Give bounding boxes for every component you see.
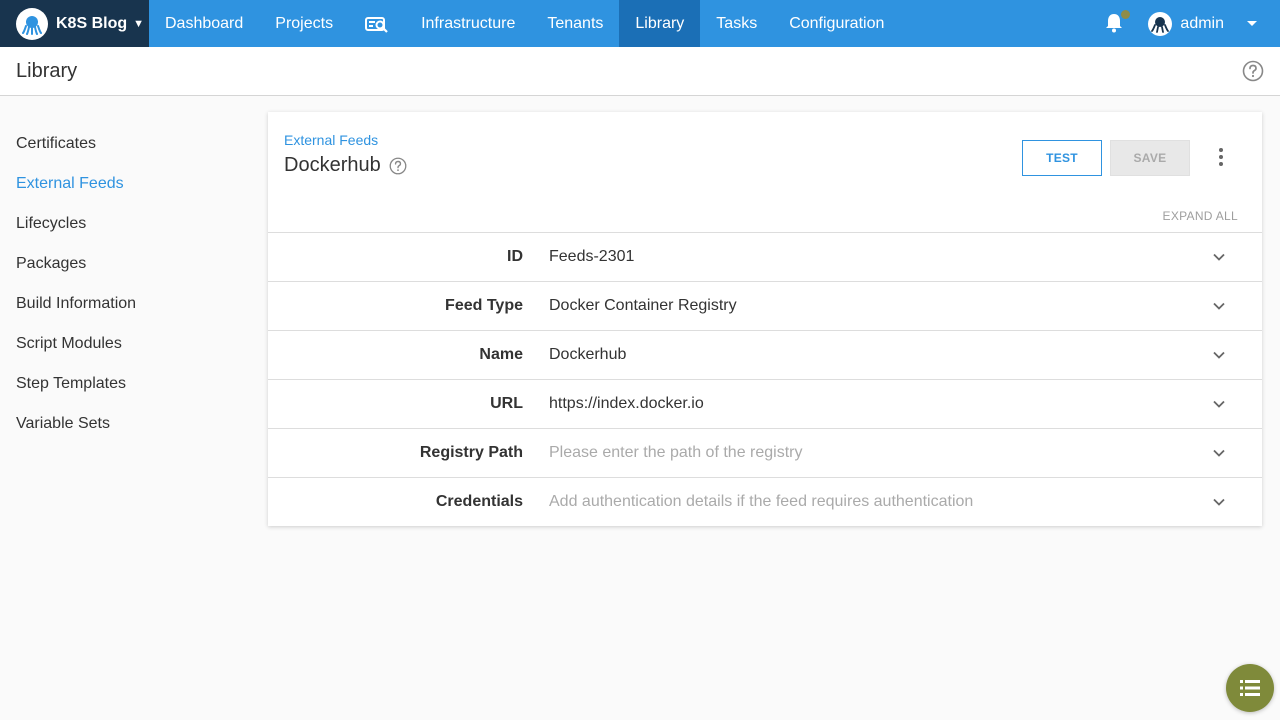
test-button[interactable]: TEST bbox=[1022, 140, 1102, 176]
feed-title: Dockerhub bbox=[284, 154, 407, 177]
setting-label: Feed Type bbox=[445, 297, 523, 314]
setting-row-name[interactable]: Name Dockerhub bbox=[268, 330, 1262, 379]
sidebar-item-step-templates[interactable]: Step Templates bbox=[16, 364, 236, 404]
chevron-down-icon[interactable] bbox=[1212, 348, 1226, 362]
nav-tasks[interactable]: Tasks bbox=[700, 0, 773, 47]
save-button[interactable]: SAVE bbox=[1110, 140, 1190, 176]
setting-row-id[interactable]: ID Feeds-2301 bbox=[268, 232, 1262, 281]
octopus-logo-icon bbox=[16, 7, 48, 40]
setting-label: ID bbox=[507, 248, 523, 265]
setting-value: Docker Container Registry bbox=[549, 297, 737, 314]
chevron-down-icon[interactable] bbox=[1212, 250, 1226, 264]
top-navigation: K8S Blog ▼ Dashboard Projects Infrastruc… bbox=[0, 0, 1280, 47]
help-circle-icon[interactable] bbox=[1242, 60, 1264, 82]
feed-settings-list: ID Feeds-2301 Feed Type Docker Container… bbox=[268, 232, 1262, 526]
username: admin bbox=[1180, 14, 1224, 32]
sidebar-item-build-information[interactable]: Build Information bbox=[16, 284, 236, 324]
nav-tenants[interactable]: Tenants bbox=[531, 0, 619, 47]
setting-label: Credentials bbox=[435, 493, 523, 510]
notification-dot bbox=[1121, 9, 1131, 19]
page-header: Library bbox=[0, 47, 1280, 96]
nav-library[interactable]: Library bbox=[619, 0, 701, 47]
user-avatar-icon bbox=[1148, 11, 1173, 36]
sidebar-item-variable-sets[interactable]: Variable Sets bbox=[16, 404, 236, 444]
nav-infrastructure[interactable]: Infrastructure bbox=[405, 0, 531, 47]
sidebar-item-lifecycles[interactable]: Lifecycles bbox=[16, 204, 236, 244]
setting-value: https://index.docker.io bbox=[549, 395, 704, 412]
space-switcher[interactable]: K8S Blog ▼ bbox=[0, 0, 149, 47]
setting-row-credentials[interactable]: Credentials Add authentication details i… bbox=[268, 477, 1262, 526]
caret-down-icon: ▼ bbox=[133, 17, 145, 30]
setting-label: Registry Path bbox=[419, 444, 523, 461]
setting-label: Name bbox=[479, 346, 523, 363]
expand-all-button[interactable]: EXPAND ALL bbox=[1163, 209, 1238, 223]
setting-row-registry-path[interactable]: Registry Path Please enter the path of t… bbox=[268, 428, 1262, 477]
breadcrumb[interactable]: External Feeds bbox=[284, 132, 378, 148]
feed-card: External Feeds Dockerhub TEST SAVE EXPAN… bbox=[268, 112, 1262, 526]
list-fab-button[interactable] bbox=[1226, 664, 1274, 712]
chevron-down-icon[interactable] bbox=[1212, 495, 1226, 509]
setting-placeholder: Please enter the path of the registry bbox=[549, 444, 803, 461]
chevron-down-icon[interactable] bbox=[1212, 397, 1226, 411]
sidebar-item-script-modules[interactable]: Script Modules bbox=[16, 324, 236, 364]
setting-row-url[interactable]: URL https://index.docker.io bbox=[268, 379, 1262, 428]
setting-value: Dockerhub bbox=[549, 346, 627, 363]
search-icon bbox=[365, 16, 388, 33]
list-icon bbox=[1240, 680, 1260, 696]
setting-value: Feeds-2301 bbox=[549, 248, 635, 265]
space-name: K8S Blog bbox=[56, 14, 128, 32]
sidebar-item-external-feeds[interactable]: External Feeds bbox=[16, 164, 236, 204]
nav-configuration[interactable]: Configuration bbox=[773, 0, 900, 47]
nav-projects[interactable]: Projects bbox=[259, 0, 349, 47]
bell-icon[interactable] bbox=[1104, 9, 1131, 36]
chevron-down-icon[interactable] bbox=[1212, 299, 1226, 313]
setting-placeholder: Add authentication details if the feed r… bbox=[549, 493, 974, 510]
help-circle-icon[interactable] bbox=[389, 157, 407, 175]
library-sidebar: Certificates External Feeds Lifecycles P… bbox=[16, 124, 236, 444]
more-vert-icon[interactable] bbox=[1214, 146, 1228, 168]
sidebar-item-packages[interactable]: Packages bbox=[16, 244, 236, 284]
setting-row-feed-type[interactable]: Feed Type Docker Container Registry bbox=[268, 281, 1262, 330]
nav-search[interactable] bbox=[349, 0, 405, 47]
sidebar-item-certificates[interactable]: Certificates bbox=[16, 124, 236, 164]
page-title: Library bbox=[16, 59, 78, 82]
nav-dashboard[interactable]: Dashboard bbox=[149, 0, 259, 47]
chevron-down-icon[interactable] bbox=[1212, 446, 1226, 460]
user-menu[interactable]: admin bbox=[1148, 11, 1258, 36]
feed-title-text: Dockerhub bbox=[284, 154, 381, 176]
chevron-down-icon bbox=[1247, 20, 1257, 26]
setting-label: URL bbox=[490, 395, 523, 412]
